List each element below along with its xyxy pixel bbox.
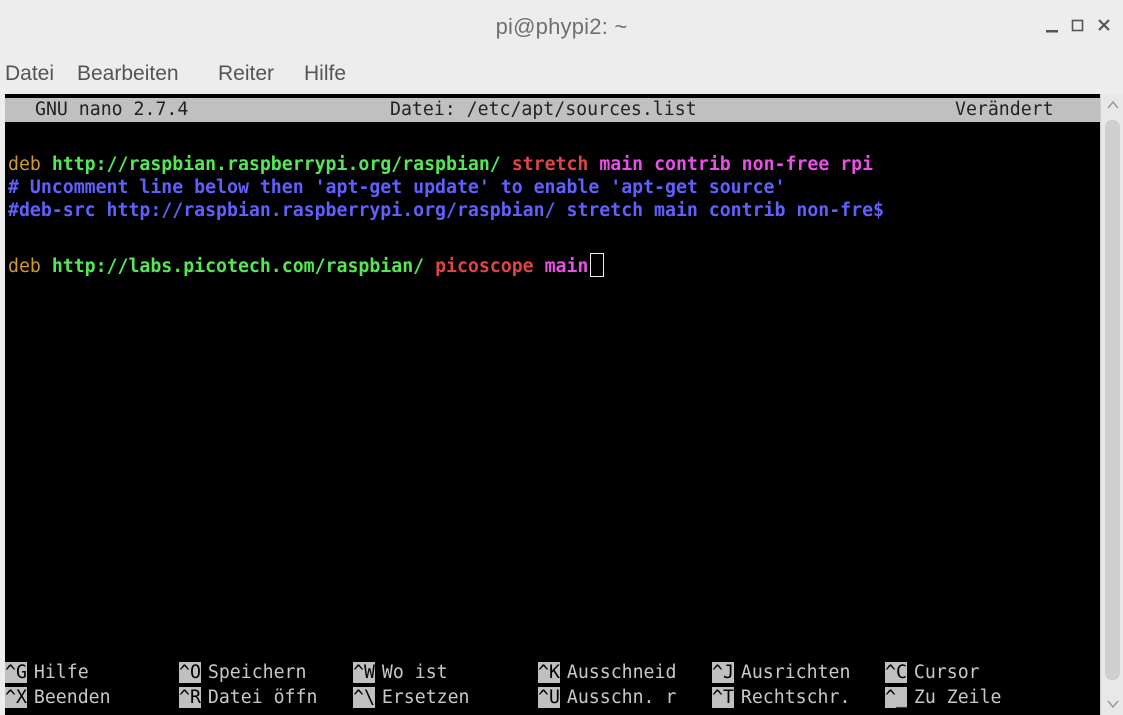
window-title: pi@phypi2: ~ [495, 14, 628, 39]
shortcut-exit[interactable]: ^X Beenden [5, 686, 111, 710]
scrollbar-thumb[interactable] [1105, 120, 1120, 680]
menu-hilfe[interactable]: Hilfe [304, 62, 346, 86]
components: main contrib non-free rpi [599, 154, 874, 175]
shortcut-spellcheck[interactable]: ^T Rechtschr. [712, 686, 850, 710]
terminal-area[interactable]: GNU nano 2.7.4 Datei: /etc/apt/sources.l… [5, 94, 1100, 715]
menu-datei[interactable]: Datei [5, 62, 54, 86]
editor-line-5: deb http://labs.picotech.com/raspbian/ p… [8, 253, 605, 277]
minimize-button[interactable] [1038, 10, 1066, 40]
shortcut-cursor-position[interactable]: ^C Cursor [885, 661, 980, 685]
deb-keyword: deb [8, 154, 41, 175]
deb-keyword: deb [8, 256, 41, 277]
repo-url: http://labs.picotech.com/raspbian/ [51, 256, 425, 277]
shortcut-replace[interactable]: ^\ Ersetzen [353, 686, 470, 710]
distribution: stretch [511, 154, 589, 175]
menu-reiter[interactable]: Reiter [218, 62, 274, 86]
editor-line-2: # Uncomment line below then 'apt-get upd… [8, 177, 786, 198]
scroll-up-arrow-icon[interactable] [1106, 98, 1120, 112]
nano-version: GNU nano 2.7.4 [35, 99, 189, 120]
editor-line-1: deb http://raspbian.raspberrypi.org/rasp… [8, 153, 873, 177]
repo-url: http://raspbian.raspberrypi.org/raspbian… [51, 154, 501, 175]
title-bar: pi@phypi2: ~ [0, 0, 1123, 54]
scroll-down-arrow-icon[interactable] [1106, 697, 1120, 711]
shortcut-goto-line[interactable]: ^_ Zu Zeile [885, 686, 1002, 710]
shortcut-cut[interactable]: ^K Ausschneid [538, 661, 676, 685]
shortcut-justify[interactable]: ^J Ausrichten [712, 661, 850, 685]
shortcut-save[interactable]: ^O Speichern [179, 661, 306, 685]
distribution: picoscope [435, 256, 534, 277]
minimize-icon [1046, 30, 1058, 33]
nano-filename: Datei: /etc/apt/sources.list [390, 99, 697, 120]
shortcut-search[interactable]: ^W Wo ist [353, 661, 448, 685]
nano-header: GNU nano 2.7.4 Datei: /etc/apt/sources.l… [5, 98, 1100, 122]
text-cursor [590, 253, 605, 277]
menu-bearbeiten[interactable]: Bearbeiten [77, 62, 179, 86]
maximize-icon [1071, 19, 1084, 32]
shortcut-help[interactable]: ^G Hilfe [5, 661, 89, 685]
editor-line-3: #deb-src http://raspbian.raspberrypi.org… [8, 200, 884, 221]
maximize-button[interactable] [1064, 10, 1092, 40]
shortcut-uncut[interactable]: ^U Ausschn. r [538, 686, 676, 710]
shortcut-row-2: ^X Beenden ^R Datei öffn ^\ Ersetzen ^U Auss… [5, 686, 1100, 710]
terminal-scrollbar[interactable] [1100, 94, 1123, 715]
close-icon [1098, 19, 1110, 31]
close-button[interactable] [1091, 10, 1119, 40]
shortcut-open-file[interactable]: ^R Datei öffn [179, 686, 317, 710]
menu-bar: Datei Bearbeiten Reiter Hilfe [0, 56, 1123, 92]
nano-modified-status: Verändert [955, 99, 1054, 120]
shortcut-row-1: ^G Hilfe ^O Speichern ^W Wo ist ^K Ausschnei… [5, 661, 1100, 685]
components: main [544, 256, 589, 277]
